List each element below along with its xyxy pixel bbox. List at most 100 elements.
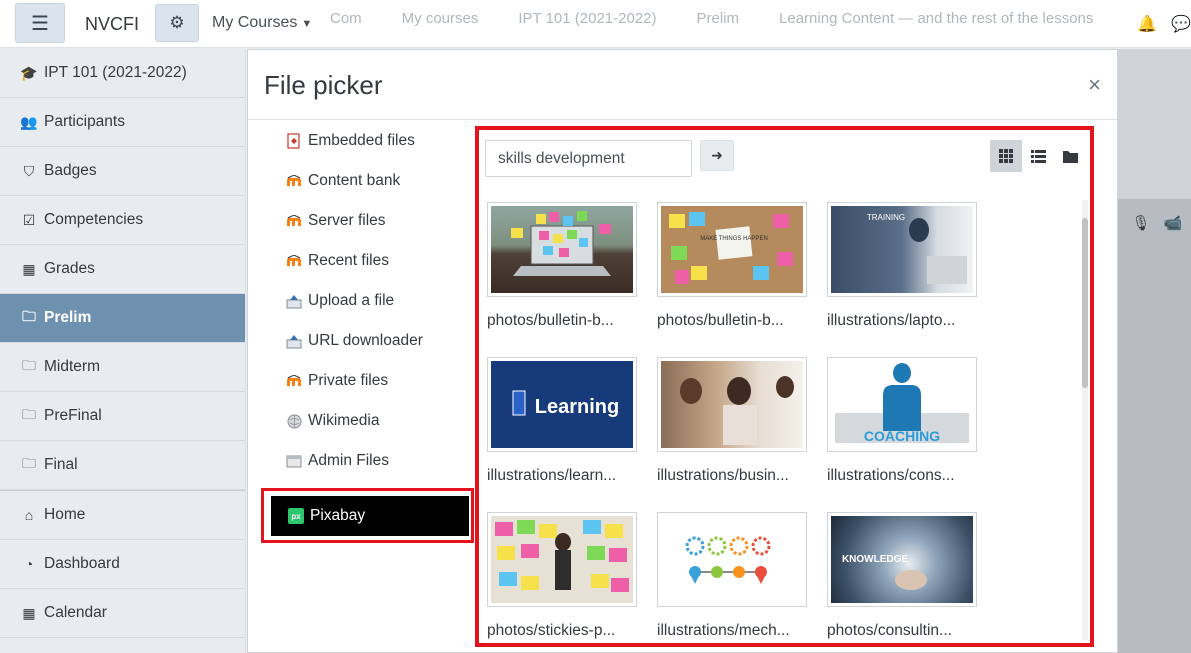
repo-label: Embedded files	[308, 132, 415, 149]
file-thumbnail[interactable]	[657, 357, 807, 452]
pixabay-highlight: px Pixabay	[261, 488, 474, 543]
scrollbar-thumb[interactable]	[1082, 218, 1088, 388]
thumbnail-image: COACHING	[831, 361, 973, 448]
file-name[interactable]: illustrations/busin...	[657, 467, 789, 485]
thumbnail-caption: KNOWLEDGE	[842, 554, 908, 565]
repo-wikimedia[interactable]: Wikimedia	[248, 401, 473, 441]
site-brand[interactable]: NVCFI	[85, 14, 139, 35]
top-navbar: ☰ NVCFI ⚙ My Courses ▼ Com My courses IPT…	[0, 0, 1191, 48]
folder-icon	[1062, 150, 1078, 163]
file-thumbnail[interactable]: COACHING	[827, 357, 977, 452]
thumbnail-image: MAKE THINGS HAPPEN	[661, 206, 803, 293]
search-input[interactable]	[485, 140, 692, 177]
file-thumbnail[interactable]	[487, 202, 637, 297]
drawer-item-midterm[interactable]: 🗀 Midterm	[0, 343, 245, 392]
drawer-item-prefinal[interactable]: 🗀 PreFinal	[0, 392, 245, 441]
folder-icon: 🗀	[22, 406, 36, 422]
file-name[interactable]: illustrations/mech...	[657, 622, 790, 640]
drawer-item-badges[interactable]: ⛉ Badges	[0, 147, 245, 196]
file-name[interactable]: photos/bulletin-b...	[657, 312, 784, 330]
file-name[interactable]: illustrations/learn...	[487, 467, 616, 485]
file-name[interactable]: illustrations/cons...	[827, 467, 955, 485]
close-icon[interactable]: ×	[1088, 74, 1101, 96]
upload-icon	[286, 293, 302, 309]
table-icon: ▦	[22, 260, 36, 277]
view-icons-button[interactable]	[990, 140, 1022, 172]
repo-content-bank[interactable]: Content bank	[248, 161, 473, 201]
moodle-icon	[286, 373, 302, 389]
file-browser-panel: ➜	[479, 130, 1090, 643]
thumbnail-caption: Learning	[535, 396, 619, 418]
view-list-button[interactable]	[1022, 140, 1054, 172]
hamburger-icon: ☰	[31, 12, 49, 35]
url-icon	[286, 333, 302, 349]
view-tree-button[interactable]	[1054, 140, 1086, 172]
wikimedia-icon	[286, 413, 302, 429]
repo-recent-files[interactable]: Recent files	[248, 241, 473, 281]
dashboard-icon: ◔	[24, 556, 34, 572]
file-name[interactable]: illustrations/lapto...	[827, 312, 955, 330]
repo-admin-files[interactable]: Admin Files	[248, 441, 473, 481]
file-thumbnail[interactable]: KNOWLEDGE	[827, 512, 977, 607]
calendar-icon: ▦	[22, 604, 36, 621]
menu-toggle-button[interactable]: ☰	[15, 3, 65, 43]
drawer-item-label: IPT 101 (2021-2022)	[44, 64, 187, 81]
drawer-item-participants[interactable]: 👥 Participants	[0, 98, 245, 147]
repo-url-downloader[interactable]: URL downloader	[248, 321, 473, 361]
navbar-link[interactable]: Com	[330, 10, 362, 27]
repo-label: Wikimedia	[308, 412, 380, 429]
users-icon: 👥	[20, 113, 38, 130]
navbar-link[interactable]: My courses	[402, 10, 479, 27]
navbar-link[interactable]: Prelim	[697, 10, 740, 27]
background-card	[1118, 199, 1191, 653]
file-name[interactable]: photos/consultin...	[827, 622, 952, 640]
repository-list: Embedded files Content bank Server files…	[248, 121, 473, 481]
file-thumbnail[interactable]: MAKE THINGS HAPPEN	[657, 202, 807, 297]
repo-server-files[interactable]: Server files	[248, 201, 473, 241]
drawer-item-label: Home	[44, 506, 86, 523]
drawer-item-dashboard[interactable]: ◔ Dashboard	[0, 540, 245, 589]
file-thumbnail[interactable]	[657, 512, 807, 607]
drawer-item-label: Badges	[44, 162, 97, 179]
file-thumbnail[interactable]: Learning	[487, 357, 637, 452]
caret-down-icon: ▼	[301, 18, 313, 30]
drawer-item-final[interactable]: 🗀 Final	[0, 441, 245, 490]
navbar-link[interactable]: IPT 101 (2021-2022)	[518, 10, 656, 27]
drawer-item-home[interactable]: ⌂ Home	[0, 491, 245, 540]
video-camera-icon[interactable]: 📹	[1158, 209, 1188, 239]
drawer-item-prelim[interactable]: 🗀 Prelim	[0, 294, 245, 343]
file-thumbnail[interactable]: TRAINING	[827, 202, 977, 297]
repo-pixabay[interactable]: px Pixabay	[271, 496, 469, 536]
thumbnail-image: Learning	[491, 361, 633, 448]
file-name[interactable]: photos/stickies-p...	[487, 622, 615, 640]
repo-embedded-files[interactable]: Embedded files	[248, 121, 473, 161]
nav-drawer: 🎓 IPT 101 (2021-2022) 👥 Participants ⛉ B…	[0, 49, 246, 653]
file-thumbnail[interactable]	[487, 512, 637, 607]
home-icon: ⌂	[24, 507, 34, 523]
drawer-item-grades[interactable]: ▦ Grades	[0, 245, 245, 294]
search-submit-button[interactable]: ➜	[700, 140, 734, 171]
microphone-icon[interactable]: 🎙	[1126, 209, 1156, 239]
thumbnail-image	[491, 206, 633, 293]
navbar-link[interactable]: Learning Content — and the rest of the l…	[779, 10, 1093, 27]
drawer-item-calendar[interactable]: ▦ Calendar	[0, 589, 245, 638]
repo-label: URL downloader	[308, 332, 423, 349]
thumbnail-caption: MAKE THINGS HAPPEN	[700, 236, 768, 242]
repo-private-files[interactable]: Private files	[248, 361, 473, 401]
repo-label: Upload a file	[308, 292, 395, 309]
thumbnail-image: KNOWLEDGE	[831, 516, 973, 603]
file-browser-highlight: ➜	[475, 126, 1094, 647]
chat-icon[interactable]: 💬	[1171, 14, 1191, 34]
drawer-item-label: Final	[44, 456, 78, 473]
thumbnail-caption: COACHING	[864, 428, 940, 444]
drawer-item-label: Dashboard	[44, 555, 120, 572]
file-picker-modal: File picker × Embedded files Content ban…	[247, 49, 1118, 653]
drawer-item-competencies[interactable]: ☑ Competencies	[0, 196, 245, 245]
admin-settings-button[interactable]: ⚙	[155, 4, 199, 42]
drawer-item-course[interactable]: 🎓 IPT 101 (2021-2022)	[0, 49, 245, 98]
repo-upload-file[interactable]: Upload a file	[248, 281, 473, 321]
check-square-icon: ☑	[22, 211, 36, 228]
bell-icon[interactable]: 🔔	[1137, 14, 1157, 34]
file-name[interactable]: photos/bulletin-b...	[487, 312, 614, 330]
my-courses-menu[interactable]: My Courses ▼	[212, 14, 312, 32]
